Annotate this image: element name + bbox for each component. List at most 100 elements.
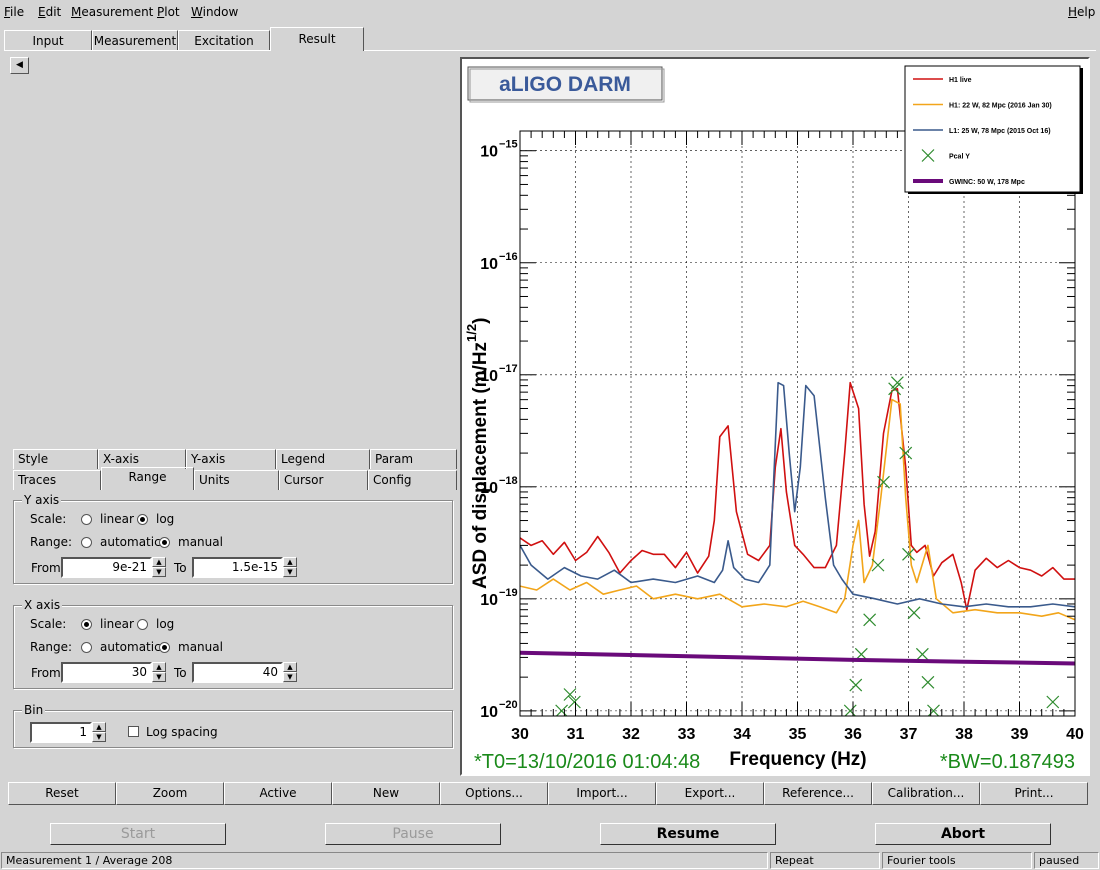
tab-result[interactable]: Result — [270, 27, 364, 51]
pcal-marker — [567, 695, 581, 709]
menu-help-mnemonic: H — [1068, 5, 1078, 19]
y-range-automatic-radio[interactable] — [81, 537, 92, 548]
y-from-spinner[interactable]: ▲ ▼ — [152, 557, 166, 578]
y-range-manual-label: manual — [178, 535, 223, 549]
y-to-input[interactable]: 1.5e-15 — [192, 557, 283, 578]
y-to-label: To — [174, 561, 187, 575]
spin-up-icon[interactable]: ▲ — [152, 557, 166, 567]
y-scale-log-radio[interactable] — [137, 514, 148, 525]
spin-down-icon[interactable]: ▼ — [92, 732, 106, 742]
status-tool: Fourier tools — [882, 852, 1032, 869]
spin-up-icon[interactable]: ▲ — [283, 662, 297, 672]
reset-button[interactable]: Reset — [8, 782, 116, 805]
pause-button[interactable]: Pause — [325, 823, 501, 845]
spin-up-icon[interactable]: ▲ — [92, 722, 106, 732]
tab-measurement[interactable]: Measurement — [92, 30, 178, 51]
y-scale-label: Scale: — [30, 512, 67, 526]
subtab-units[interactable]: Units — [194, 470, 279, 490]
spin-down-icon[interactable]: ▼ — [152, 672, 166, 682]
active-button[interactable]: Active — [224, 782, 332, 805]
menu-measurement-mnemonic: M — [71, 5, 82, 19]
bin-spinner[interactable]: ▲ ▼ — [92, 722, 106, 743]
reference-button[interactable]: Reference... — [764, 782, 872, 805]
spin-up-icon[interactable]: ▲ — [152, 662, 166, 672]
legend: H1 live H1: 22 W, 82 Mpc (2016 Jan 30) L1:… — [904, 65, 1083, 194]
subtab-x-axis[interactable]: X-axis — [98, 449, 186, 469]
x-tick-label: 40 — [1066, 726, 1084, 743]
pcal-marker — [863, 613, 877, 627]
pcal-marker — [907, 606, 921, 620]
legend-label-h1_live: H1 live — [949, 77, 972, 84]
abort-button[interactable]: Abort — [875, 823, 1051, 845]
bin-group-title: Bin — [22, 703, 46, 717]
bin-input[interactable]: 1 — [30, 722, 92, 743]
subtab-cursor[interactable]: Cursor — [279, 470, 368, 490]
spin-down-icon[interactable]: ▼ — [283, 567, 297, 577]
menu-measurement-label: easurement — [81, 5, 154, 19]
zoom-button[interactable]: Zoom — [116, 782, 224, 805]
new-button[interactable]: New — [332, 782, 440, 805]
log-spacing-checkbox[interactable] — [128, 726, 139, 737]
y-tick-label: 10 — [480, 704, 498, 721]
pcal-marker — [871, 558, 885, 572]
menu-help-label: elp — [1077, 5, 1096, 19]
y-axis-title-group: ASD of displacement (m/Hz1/2) — [464, 318, 491, 589]
x-tick-label: 33 — [678, 726, 696, 743]
y-tick-exponent: −17 — [499, 363, 518, 375]
y-range-automatic-label: automatic — [100, 535, 161, 549]
resume-button[interactable]: Resume — [600, 823, 776, 845]
x-tick-label: 36 — [844, 726, 862, 743]
menu-edit[interactable]: Edit — [38, 5, 61, 19]
subtab-style[interactable]: Style — [13, 449, 98, 469]
annotation-bw: *BW=0.187493 — [940, 751, 1075, 773]
print-button[interactable]: Print... — [980, 782, 1088, 805]
y-from-input[interactable]: 9e-21 — [61, 557, 152, 578]
menu-help[interactable]: Help — [1068, 5, 1095, 19]
pcal-marker — [890, 376, 904, 390]
export-button[interactable]: Export... — [656, 782, 764, 805]
x-tick-label: 31 — [567, 726, 585, 743]
log-spacing-label: Log spacing — [146, 725, 218, 739]
tab-divider — [4, 50, 270, 51]
subtab-traces[interactable]: Traces — [13, 470, 101, 490]
x-from-spinner[interactable]: ▲ ▼ — [152, 662, 166, 683]
tab-input[interactable]: Input — [4, 30, 92, 51]
tab-excitation[interactable]: Excitation — [178, 30, 270, 51]
svg-text:ASD of displacement (m/Hz1/2): ASD of displacement (m/Hz1/2) — [464, 318, 491, 589]
subtab-config[interactable]: Config — [368, 470, 457, 490]
status-measurement: Measurement 1 / Average 208 — [1, 852, 768, 869]
spin-up-icon[interactable]: ▲ — [283, 557, 297, 567]
menu-measurement[interactable]: Measurement — [71, 5, 153, 19]
y-scale-linear-radio[interactable] — [81, 514, 92, 525]
subtab-y-axis[interactable]: Y-axis — [186, 449, 276, 469]
x-range-automatic-radio[interactable] — [81, 642, 92, 653]
y-to-spinner[interactable]: ▲ ▼ — [283, 557, 297, 578]
options-button[interactable]: Options... — [440, 782, 548, 805]
x-range-manual-label: manual — [178, 640, 223, 654]
x-to-spinner[interactable]: ▲ ▼ — [283, 662, 297, 683]
x-range-automatic-label: automatic — [100, 640, 161, 654]
x-range-label: Range: — [30, 640, 73, 654]
menu-plot-label: lot — [164, 5, 180, 19]
menu-window[interactable]: Window — [191, 5, 238, 19]
import-button[interactable]: Import... — [548, 782, 656, 805]
x-scale-linear-radio[interactable] — [81, 619, 92, 630]
legend-label-l1_ref: L1: 25 W, 78 Mpc (2015 Oct 16) — [949, 128, 1051, 135]
plot-canvas[interactable]: 30 31 32 33 34 35 36 37 38 39 40 10 −15 10 −16 10 −17 10−… — [460, 57, 1090, 776]
x-range-manual-radio[interactable] — [159, 642, 170, 653]
menu-file[interactable]: File — [4, 5, 24, 19]
x-scale-log-radio[interactable] — [137, 619, 148, 630]
y-range-manual-radio[interactable] — [159, 537, 170, 548]
subtab-param[interactable]: Param — [370, 449, 457, 469]
x-to-input[interactable]: 40 — [192, 662, 283, 683]
menu-plot[interactable]: Plot — [157, 5, 180, 19]
collapse-panel-button[interactable]: ◀ — [10, 57, 29, 74]
subtab-legend[interactable]: Legend — [276, 449, 370, 469]
x-from-input[interactable]: 30 — [61, 662, 152, 683]
spin-down-icon[interactable]: ▼ — [283, 672, 297, 682]
subtab-range[interactable]: Range — [101, 467, 194, 490]
calibration-button[interactable]: Calibration... — [872, 782, 980, 805]
spin-down-icon[interactable]: ▼ — [152, 567, 166, 577]
start-button[interactable]: Start — [50, 823, 226, 845]
x-from-label: From — [31, 666, 61, 680]
